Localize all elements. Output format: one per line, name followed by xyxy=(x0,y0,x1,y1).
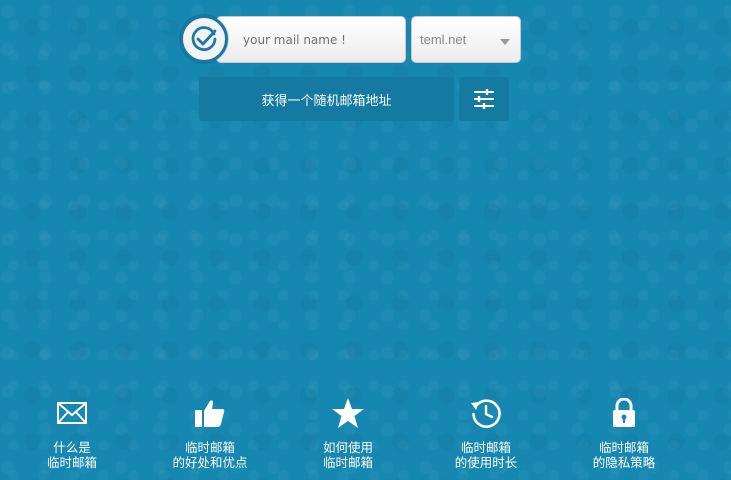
star-icon xyxy=(332,398,364,428)
check-circle-icon xyxy=(191,26,217,51)
caret-down-icon xyxy=(500,39,510,45)
domain-select-value: teml.net xyxy=(420,32,467,47)
history-clock-icon xyxy=(471,399,501,428)
thumbs-up-icon xyxy=(195,400,225,427)
domain-select[interactable]: teml.net xyxy=(411,16,521,63)
nav-label-line1: 临时邮箱 xyxy=(460,440,511,455)
check-badge xyxy=(180,15,228,63)
generate-button-label: 获得一个随机邮箱地址 xyxy=(261,93,392,109)
nav-label-line1: 临时邮箱 xyxy=(184,440,235,455)
nav-label-line2: 的使用时长 xyxy=(454,455,518,470)
nav-label-line2: 的好处和优点 xyxy=(172,455,248,470)
nav-label-line2: 的隐私策略 xyxy=(592,455,656,470)
nav-usage-duration[interactable]: 临时邮箱 的使用时长 xyxy=(416,396,556,470)
nav-benefits[interactable]: 临时邮箱 的好处和优点 xyxy=(140,396,280,470)
nav-privacy-policy[interactable]: 临时邮箱 的隐私策略 xyxy=(554,396,694,470)
nav-label-line1: 什么是 xyxy=(53,440,91,455)
mail-name-input[interactable] xyxy=(216,16,406,63)
nav-label-line2: 临时邮箱 xyxy=(46,455,97,470)
nav-label-line2: 临时邮箱 xyxy=(322,455,373,470)
sliders-icon xyxy=(474,89,494,109)
nav-what-is-temp-mail[interactable]: 什么是 临时邮箱 xyxy=(2,396,142,470)
settings-button[interactable] xyxy=(459,77,509,121)
envelope-icon xyxy=(57,402,87,424)
nav-label-line1: 临时邮箱 xyxy=(598,440,649,455)
nav-label-line1: 如何使用 xyxy=(322,440,373,455)
generate-random-mail-button[interactable]: 获得一个随机邮箱地址 xyxy=(199,77,454,121)
nav-how-to-use[interactable]: 如何使用 临时邮箱 xyxy=(278,396,418,470)
lock-icon xyxy=(613,398,635,427)
